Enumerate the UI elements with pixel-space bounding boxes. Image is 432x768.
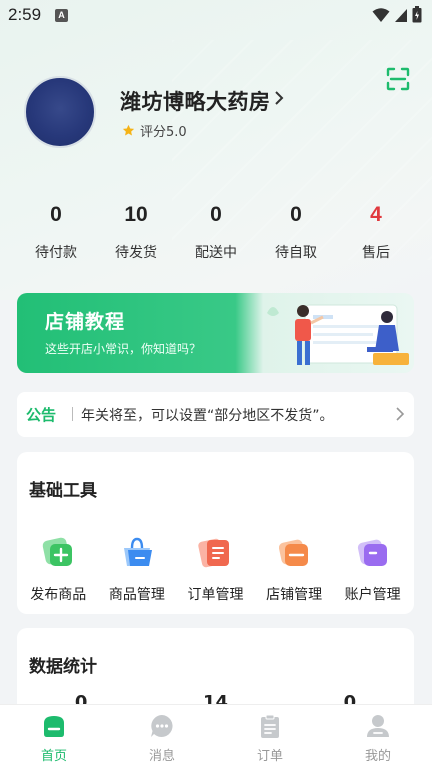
tab-label: 我的	[364, 749, 391, 764]
order-stats: 0 待付款 10 待发货 0 配送中 0 待自取 4 售后	[16, 200, 416, 262]
tab-home[interactable]: 首页	[0, 705, 108, 768]
signal-icon	[395, 8, 407, 22]
tool-publish-product[interactable]: 发布商品	[19, 534, 97, 604]
store-manage-icon	[278, 539, 309, 566]
tool-order-management[interactable]: 订单管理	[176, 534, 254, 604]
tools-grid: 发布商品 商品管理 订单管理 店铺管理 账户管理	[17, 534, 414, 604]
announcement-tag: 公告	[26, 406, 57, 424]
battery-icon	[412, 6, 422, 23]
message-icon	[151, 715, 173, 737]
rating-text: 评分5.0	[140, 125, 187, 140]
order-manage-icon	[198, 538, 230, 568]
divider	[72, 407, 73, 421]
tool-product-management[interactable]: 商品管理	[98, 534, 176, 604]
stat-pending-payment[interactable]: 0 待付款	[16, 200, 96, 262]
stat-delivering[interactable]: 0 配送中	[176, 200, 256, 262]
stat-label: 待自取	[275, 245, 317, 261]
wifi-icon	[372, 7, 390, 22]
profile-icon	[367, 715, 389, 737]
stat-label: 售后	[362, 245, 390, 261]
bottom-tab-bar: 首页 消息 订单 我的	[0, 704, 432, 768]
tool-label: 订单管理	[187, 587, 244, 603]
stat-value: 0	[210, 203, 222, 226]
status-bar: 2:59 A	[0, 0, 432, 30]
tab-label: 首页	[40, 749, 67, 764]
tab-label: 消息	[148, 749, 175, 764]
announcement-text: 年关将至，可以设置“部分地区不发货”。	[81, 408, 334, 424]
home-icon	[44, 716, 64, 737]
section-title: 数据统计	[29, 657, 97, 677]
publish-product-icon	[42, 537, 73, 566]
status-icons	[372, 6, 422, 23]
stat-pending-shipment[interactable]: 10 待发货	[96, 200, 176, 262]
chevron-right-icon	[396, 407, 405, 421]
tab-messages[interactable]: 消息	[108, 705, 216, 768]
tutorial-illustration	[267, 304, 409, 365]
tab-orders[interactable]: 订单	[216, 705, 324, 768]
stat-label: 配送中	[195, 245, 237, 261]
account-manage-icon	[357, 539, 387, 566]
stat-value: 0	[50, 203, 62, 226]
chevron-right-icon[interactable]	[272, 90, 286, 106]
stat-label: 待发货	[115, 245, 157, 261]
store-name[interactable]: 潍坊博略大药房	[120, 86, 271, 116]
store-rating: 评分5.0	[122, 121, 187, 140]
stat-after-sales[interactable]: 4 售后	[336, 200, 416, 262]
tool-label: 发布商品	[30, 587, 87, 603]
product-manage-icon	[123, 537, 152, 566]
star-icon	[122, 124, 135, 136]
tool-label: 商品管理	[108, 587, 165, 603]
tab-label: 订单	[256, 749, 283, 764]
tool-label: 店铺管理	[266, 587, 323, 603]
stat-value: 10	[124, 203, 148, 226]
banner-subtitle: 这些开店小常识，你知道吗？	[45, 342, 202, 356]
tool-label: 账户管理	[344, 587, 401, 603]
stat-label: 待付款	[35, 245, 77, 261]
store-tutorial-banner[interactable]: 店铺教程 这些开店小常识，你知道吗？	[17, 293, 414, 373]
stat-value: 4	[370, 203, 382, 226]
basic-tools-card: 基础工具 发布商品 商品管理 订单管理 店铺管理 账户管理	[17, 452, 414, 614]
announcement-bar[interactable]: 公告 年关将至，可以设置“部分地区不发货”。	[17, 392, 414, 437]
stat-value: 0	[290, 203, 302, 226]
status-time: 2:59	[8, 5, 42, 24]
tool-account-management[interactable]: 账户管理	[334, 534, 412, 604]
section-title: 基础工具	[29, 481, 97, 501]
scan-icon[interactable]	[386, 67, 410, 91]
tool-store-management[interactable]: 店铺管理	[255, 534, 333, 604]
store-avatar[interactable]	[24, 76, 96, 148]
banner-title: 店铺教程	[45, 311, 126, 333]
stat-pending-pickup[interactable]: 0 待自取	[256, 200, 336, 262]
order-icon	[261, 714, 279, 738]
notification-icon: A	[55, 9, 68, 22]
tab-profile[interactable]: 我的	[324, 705, 432, 768]
